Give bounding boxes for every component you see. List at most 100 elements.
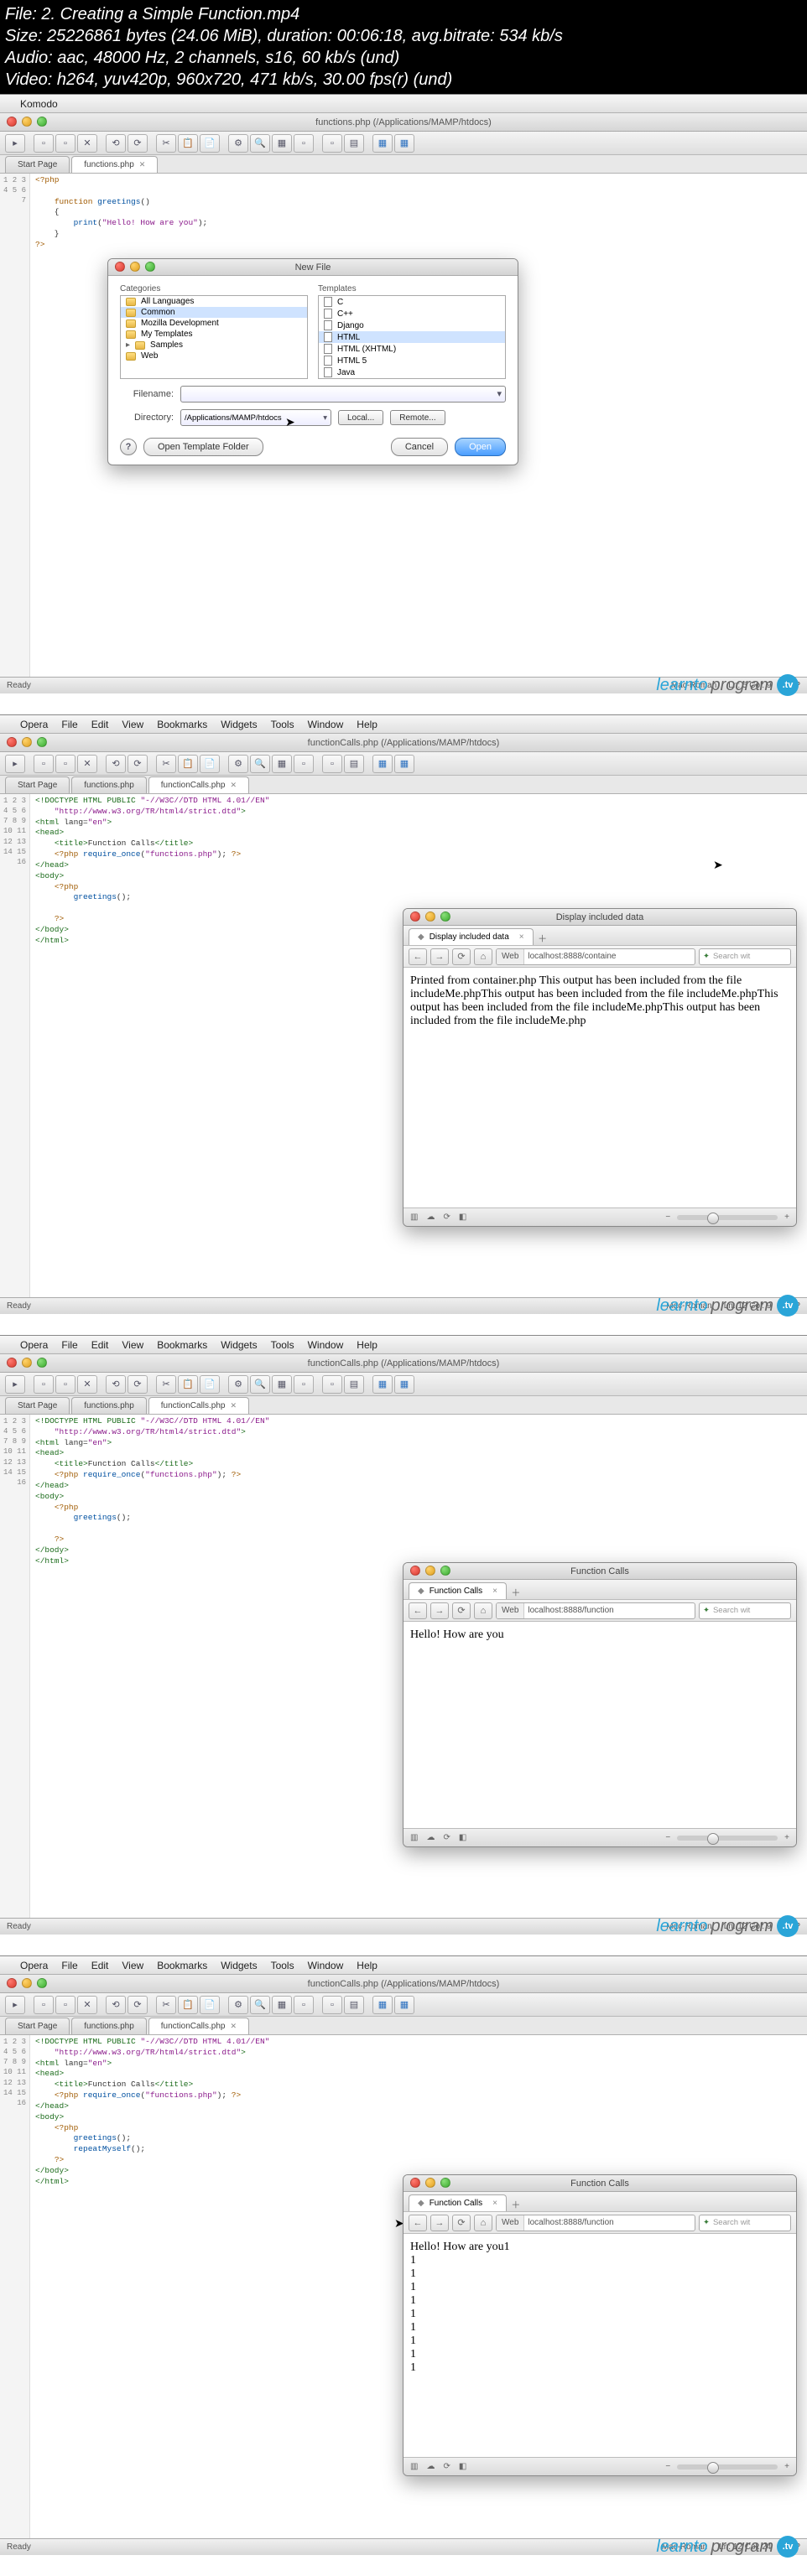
menu-bookmarks[interactable]: Bookmarks bbox=[157, 1960, 207, 1971]
tb-btn[interactable]: ▫ bbox=[294, 134, 314, 153]
tb-btn[interactable]: ▦ bbox=[372, 755, 393, 773]
close-icon[interactable] bbox=[115, 262, 125, 272]
tab-start-page[interactable]: Start Page bbox=[5, 2018, 70, 2034]
search-input[interactable]: ✦Search wit bbox=[699, 1602, 791, 1619]
tb-btn[interactable]: ▦ bbox=[394, 755, 414, 773]
zoom-out-icon[interactable]: − bbox=[665, 2462, 670, 2471]
tab-functioncalls-php[interactable]: functionCalls.php✕ bbox=[148, 776, 249, 793]
close-icon[interactable] bbox=[410, 1566, 420, 1576]
tb-copy-icon[interactable]: 📋 bbox=[178, 1996, 198, 2014]
tab-functions-php[interactable]: functions.php bbox=[71, 1397, 147, 1414]
zoom-slider[interactable] bbox=[677, 1836, 778, 1841]
close-icon[interactable] bbox=[7, 1358, 17, 1368]
tb-btn[interactable]: ▤ bbox=[344, 1996, 364, 2014]
tb-btn[interactable]: ▦ bbox=[394, 1375, 414, 1394]
new-tab-icon[interactable]: ＋ bbox=[507, 1586, 525, 1599]
url-input[interactable]: Web localhost:8888/containe bbox=[496, 948, 695, 965]
tb-paste-icon[interactable]: 📄 bbox=[200, 134, 220, 153]
cancel-button[interactable]: Cancel bbox=[391, 438, 448, 456]
list-item[interactable]: HTML bbox=[319, 331, 505, 343]
minimize-icon[interactable] bbox=[425, 911, 435, 922]
filename-input[interactable]: ▾ bbox=[180, 386, 506, 402]
browser-tab[interactable]: ◆Display included data× bbox=[409, 928, 534, 945]
zoom-icon[interactable] bbox=[37, 1358, 47, 1368]
tb-redo-icon[interactable]: ⟳ bbox=[128, 1375, 148, 1394]
tb-btn[interactable]: ▦ bbox=[394, 1996, 414, 2014]
zoom-icon[interactable] bbox=[440, 1566, 450, 1576]
tab-close-icon[interactable]: ✕ bbox=[230, 781, 237, 790]
tb-btn[interactable]: ▦ bbox=[272, 134, 292, 153]
tb-btn[interactable]: 🔍 bbox=[250, 1375, 270, 1394]
menu-help[interactable]: Help bbox=[357, 719, 377, 730]
list-item[interactable]: HTML (XHTML) bbox=[319, 343, 505, 355]
list-item[interactable]: JavaScript bbox=[319, 378, 505, 379]
tab-start-page[interactable]: Start Page bbox=[5, 776, 70, 793]
close-icon[interactable] bbox=[7, 737, 17, 747]
reload-icon[interactable]: ⟳ bbox=[452, 2215, 471, 2231]
tb-redo-icon[interactable]: ⟳ bbox=[128, 134, 148, 153]
list-item[interactable]: Java bbox=[319, 366, 505, 378]
turbo-icon[interactable]: ⟳ bbox=[443, 1833, 450, 1842]
reload-icon[interactable]: ⟳ bbox=[452, 948, 471, 965]
menu-window[interactable]: Window bbox=[308, 719, 344, 730]
menu-file[interactable]: File bbox=[61, 1960, 77, 1971]
menu-edit[interactable]: Edit bbox=[91, 1339, 109, 1351]
minimize-icon[interactable] bbox=[425, 1566, 435, 1576]
app-menu-opera[interactable]: Opera bbox=[20, 719, 48, 730]
minimize-icon[interactable] bbox=[22, 1358, 32, 1368]
zoom-slider[interactable] bbox=[677, 1215, 778, 1220]
menu-widgets[interactable]: Widgets bbox=[221, 1960, 257, 1971]
app-menu-opera[interactable]: Opera bbox=[20, 1960, 48, 1971]
list-item[interactable]: C bbox=[319, 296, 505, 308]
tb-btn[interactable]: 🔍 bbox=[250, 755, 270, 773]
tb-btn[interactable]: ▦ bbox=[394, 134, 414, 153]
menu-widgets[interactable]: Widgets bbox=[221, 719, 257, 730]
tb-btn[interactable]: ▫ bbox=[322, 134, 342, 153]
tab-functions-php[interactable]: functions.php bbox=[71, 2018, 147, 2034]
tb-btn[interactable]: ▫ bbox=[294, 755, 314, 773]
open-button[interactable]: Open bbox=[455, 438, 506, 456]
tb-cut-icon[interactable]: ✂ bbox=[156, 1996, 176, 2014]
zoom-icon[interactable] bbox=[440, 2178, 450, 2188]
tb-btn[interactable]: ▫ bbox=[34, 1375, 54, 1394]
search-input[interactable]: ✦Search wit bbox=[699, 2215, 791, 2231]
menu-tools[interactable]: Tools bbox=[271, 1960, 294, 1971]
zoom-out-icon[interactable]: − bbox=[665, 1213, 670, 1222]
back-icon[interactable]: ← bbox=[409, 1602, 427, 1619]
tb-btn[interactable]: ▦ bbox=[372, 1996, 393, 2014]
browser-tab[interactable]: ◆Function Calls× bbox=[409, 1582, 507, 1599]
sync-icon[interactable]: ☁ bbox=[426, 1213, 435, 1222]
turbo-icon[interactable]: ⟳ bbox=[443, 1213, 450, 1222]
browser-tab[interactable]: ◆Function Calls× bbox=[409, 2194, 507, 2211]
tab-start-page[interactable]: Start Page bbox=[5, 156, 70, 173]
menu-view[interactable]: View bbox=[122, 1339, 143, 1351]
menu-tools[interactable]: Tools bbox=[271, 719, 294, 730]
view-icon[interactable]: ◧ bbox=[459, 2462, 466, 2471]
home-icon[interactable]: ⌂ bbox=[474, 1602, 492, 1619]
close-icon[interactable] bbox=[410, 911, 420, 922]
tb-btn[interactable]: ▫ bbox=[55, 1375, 75, 1394]
tb-btn[interactable]: ▫ bbox=[55, 755, 75, 773]
home-icon[interactable]: ⌂ bbox=[474, 948, 492, 965]
tb-copy-icon[interactable]: 📋 bbox=[178, 1375, 198, 1394]
panel-icon[interactable]: ▥ bbox=[410, 2462, 418, 2471]
list-item[interactable]: Django bbox=[319, 319, 505, 331]
minimize-icon[interactable] bbox=[130, 262, 140, 272]
close-icon[interactable] bbox=[7, 1978, 17, 1988]
menu-view[interactable]: View bbox=[122, 719, 143, 730]
menu-bookmarks[interactable]: Bookmarks bbox=[157, 719, 207, 730]
app-menu-komodo[interactable]: Komodo bbox=[20, 98, 58, 110]
tb-btn[interactable]: ⚙ bbox=[228, 755, 248, 773]
tb-btn[interactable]: ▫ bbox=[294, 1996, 314, 2014]
tb-btn[interactable]: ▸ bbox=[5, 1996, 25, 2014]
tb-undo-icon[interactable]: ⟲ bbox=[106, 1996, 126, 2014]
reload-icon[interactable]: ⟳ bbox=[452, 1602, 471, 1619]
tb-btn[interactable]: 🔍 bbox=[250, 1996, 270, 2014]
tb-btn[interactable]: ▦ bbox=[272, 755, 292, 773]
tab-functioncalls-php[interactable]: functionCalls.php✕ bbox=[148, 2018, 249, 2034]
menu-bookmarks[interactable]: Bookmarks bbox=[157, 1339, 207, 1351]
zoom-out-icon[interactable]: − bbox=[665, 1833, 670, 1842]
minimize-icon[interactable] bbox=[425, 2178, 435, 2188]
menu-window[interactable]: Window bbox=[308, 1960, 344, 1971]
list-item[interactable]: Common bbox=[121, 307, 307, 318]
